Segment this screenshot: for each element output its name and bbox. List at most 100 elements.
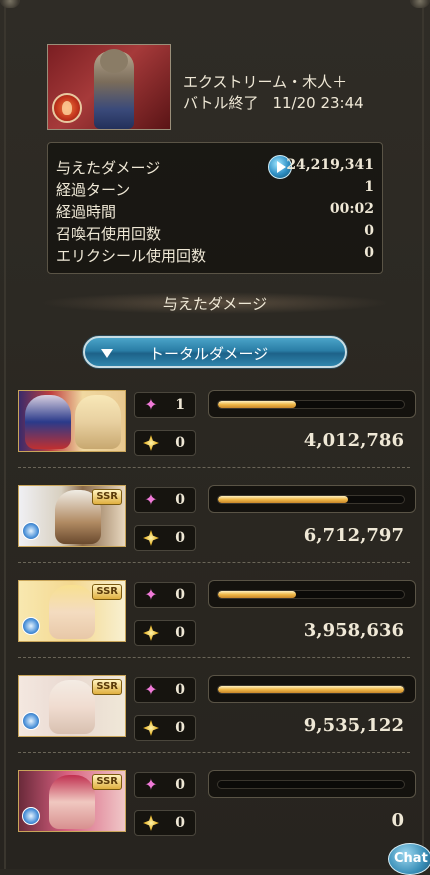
damage-bar-track (217, 400, 405, 409)
wind-element-icon (22, 807, 40, 825)
ougi-star-icon (143, 815, 159, 831)
sparkle-icon: ✦ (144, 775, 158, 794)
member-damage: 0 (391, 810, 404, 831)
damage-bar-fill (218, 686, 404, 693)
party-member-row: SSR ✦ 0 0 3,958,636 (18, 580, 416, 646)
stat-row-elixirs: エリクシール使用回数 0 (56, 245, 374, 267)
skill-count: 1 (175, 397, 185, 413)
ougi-count: 0 (175, 720, 185, 736)
damage-bar (208, 675, 416, 703)
ougi-star-icon (143, 625, 159, 641)
skill-counter: ✦ 0 (134, 487, 196, 513)
member-damage: 6,712,797 (303, 525, 404, 546)
ougi-counter: 0 (134, 620, 196, 646)
member-damage: 3,958,636 (303, 620, 404, 641)
damage-bar (208, 770, 416, 798)
stat-label: 召喚石使用回数 (56, 225, 162, 243)
stat-label: エリクシール使用回数 (56, 247, 207, 265)
portrait-face (49, 775, 95, 829)
portrait-face (25, 395, 71, 449)
skill-counter: ✦ 0 (134, 677, 196, 703)
stat-value: 24,219,341 (286, 157, 374, 173)
skill-counter: ✦ 0 (134, 582, 196, 608)
character-portrait[interactable]: SSR (18, 770, 126, 832)
stat-value: 0 (364, 245, 374, 261)
sparkle-icon: ✦ (144, 395, 158, 414)
damage-type-dropdown[interactable]: トータルダメージ (83, 336, 347, 368)
stat-row-summons: 召喚石使用回数 0 (56, 223, 374, 245)
ougi-count: 0 (175, 435, 185, 451)
row-divider (18, 562, 410, 563)
character-portrait[interactable]: SSR (18, 485, 126, 547)
skill-count: 0 (175, 587, 185, 603)
stat-value: 0 (364, 223, 374, 239)
damage-bar-track (217, 780, 405, 789)
damage-bar-track (217, 495, 405, 504)
ougi-count: 0 (175, 625, 185, 641)
stat-label: 与えたダメージ (56, 159, 161, 177)
character-portrait[interactable] (18, 390, 126, 452)
wind-element-icon (22, 522, 40, 540)
skill-count: 0 (175, 777, 185, 793)
stat-row-damage: 与えたダメージ 24,219,341 (56, 155, 374, 179)
quest-title: エクストリーム・木人＋ (183, 73, 348, 91)
party-member-row: SSR ✦ 0 0 0 (18, 770, 416, 836)
result-panel: エクストリーム・木人＋ バトル終了 11/20 23:44 与えたダメージ 24,… (0, 0, 430, 875)
sparkle-icon: ✦ (144, 490, 158, 509)
rarity-badge: SSR (92, 584, 122, 600)
rarity-badge: SSR (92, 774, 122, 790)
damage-bar (208, 390, 416, 418)
damage-bar (208, 485, 416, 513)
section-title: 与えたダメージ (162, 295, 268, 313)
damage-bar (208, 580, 416, 608)
ougi-count: 0 (175, 815, 185, 831)
row-divider (18, 657, 410, 658)
ougi-star-icon (143, 720, 159, 736)
party-member-row: ✦ 1 0 4,012,786 (18, 390, 416, 456)
character-portrait[interactable]: SSR (18, 580, 126, 642)
skill-counter: ✦ 0 (134, 772, 196, 798)
ougi-star-icon (143, 435, 159, 451)
battle-timestamp: 11/20 23:44 (272, 94, 364, 112)
member-damage: 9,535,122 (303, 715, 404, 736)
wind-element-icon (22, 617, 40, 635)
stat-label: 経過ターン (56, 181, 131, 199)
portrait-face (49, 680, 95, 734)
fire-element-icon (52, 93, 82, 123)
character-portrait[interactable]: SSR (18, 675, 126, 737)
portrait-face (49, 585, 95, 639)
rarity-badge: SSR (92, 489, 122, 505)
row-divider (18, 467, 410, 468)
stat-value: 00:02 (329, 201, 374, 217)
damage-bar-track (217, 590, 405, 599)
stat-row-turns: 経過ターン 1 (56, 179, 374, 201)
stat-value: 1 (364, 179, 374, 195)
stat-row-time: 経過時間 00:02 (56, 201, 374, 223)
member-damage: 4,012,786 (303, 430, 404, 451)
quest-result-line: バトル終了 11/20 23:44 (183, 92, 364, 113)
sparkle-icon: ✦ (144, 585, 158, 604)
ougi-count: 0 (175, 530, 185, 546)
ougi-counter: 0 (134, 525, 196, 551)
battle-status: バトル終了 (183, 94, 259, 112)
skill-counter: ✦ 1 (134, 392, 196, 418)
damage-bar-fill (218, 496, 349, 503)
damage-bar-track (217, 685, 405, 694)
chat-button[interactable]: Chat (388, 843, 430, 875)
damage-bar-fill (218, 591, 297, 598)
damage-bar-fill (218, 401, 297, 408)
wind-element-icon (22, 712, 40, 730)
ougi-star-icon (143, 530, 159, 546)
portrait-face (75, 395, 121, 449)
battle-stats-box: 与えたダメージ 24,219,341 経過ターン 1 経過時間 00:02 召喚… (47, 142, 383, 274)
party-member-row: SSR ✦ 0 0 6,712,797 (18, 485, 416, 551)
chat-label: Chat (394, 851, 428, 866)
boss-head (100, 49, 128, 73)
row-divider (18, 752, 410, 753)
stat-label: 経過時間 (56, 203, 117, 221)
ougi-counter: 0 (134, 715, 196, 741)
dropdown-arrow-icon (101, 349, 113, 358)
rarity-badge: SSR (92, 679, 122, 695)
ougi-counter: 0 (134, 430, 196, 456)
party-member-row: SSR ✦ 0 0 9,535,122 (18, 675, 416, 741)
